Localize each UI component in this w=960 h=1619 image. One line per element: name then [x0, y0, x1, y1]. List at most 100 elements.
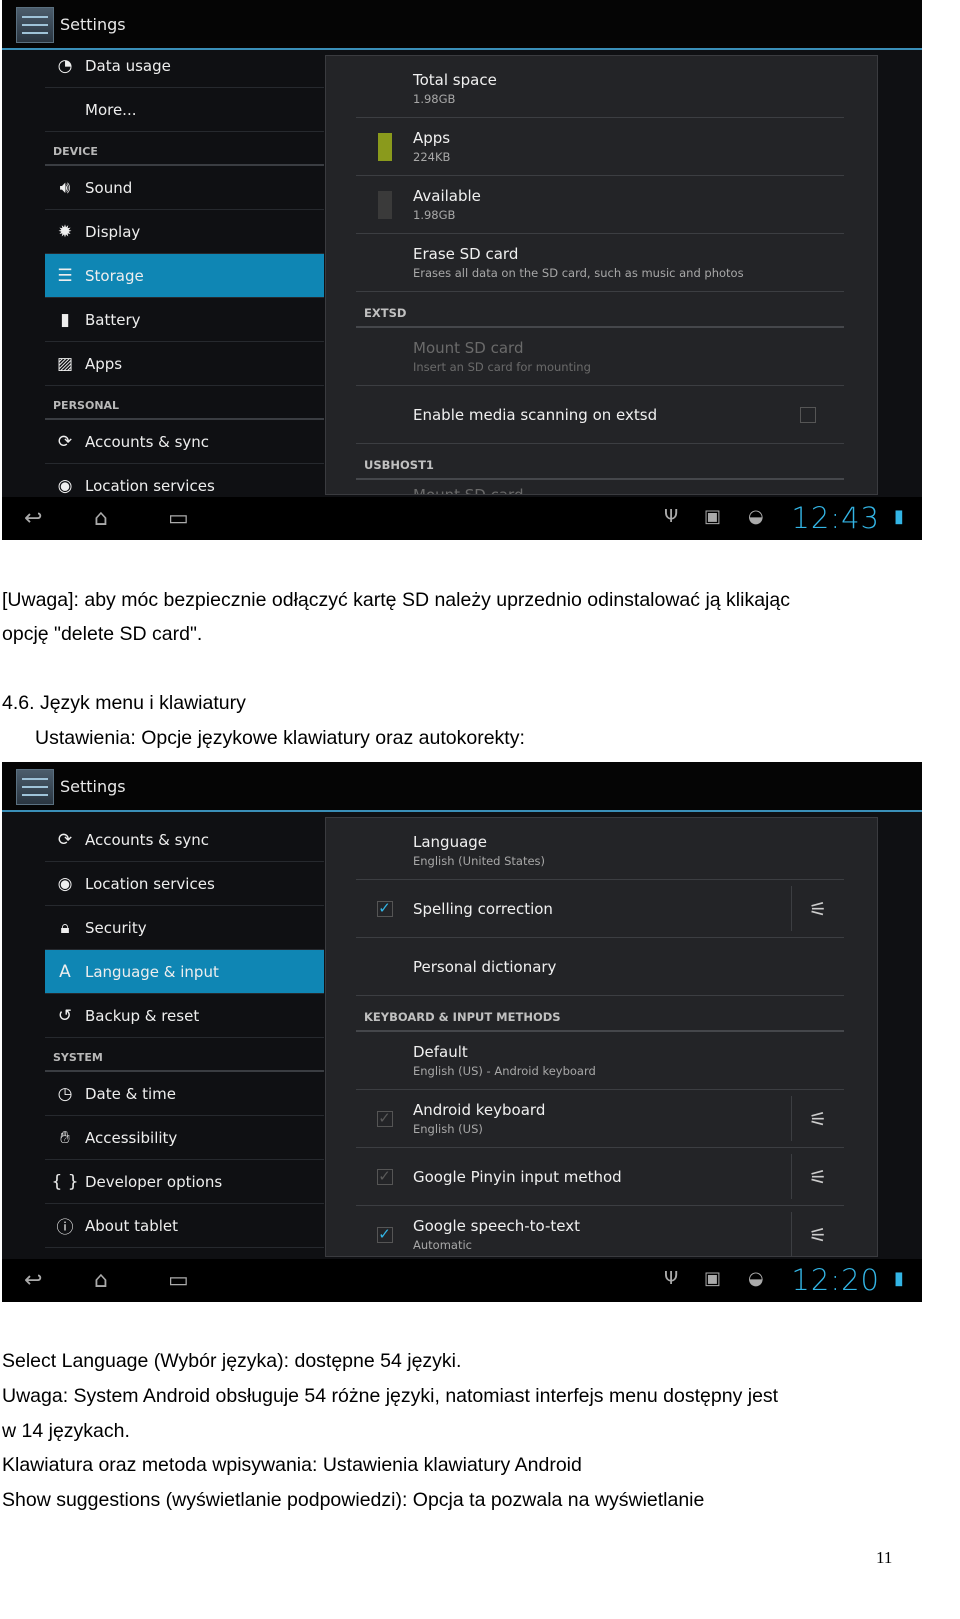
- preference-item[interactable]: ✓ Google speech-to-text Automatic ⚟: [356, 1206, 844, 1256]
- preference-summary: 1.98GB: [413, 92, 456, 106]
- checkbox[interactable]: [800, 406, 816, 423]
- wifi-icon: ◒: [748, 1268, 764, 1289]
- sidebar-item-label: Display: [85, 222, 141, 241]
- sidebar-item-label: Storage: [85, 266, 144, 285]
- sidebar-item[interactable]: More...: [45, 88, 324, 132]
- preference-text: Apps 224KB: [413, 129, 844, 164]
- checkbox[interactable]: ✓: [376, 1168, 393, 1185]
- preference-title: Default: [413, 1043, 468, 1061]
- settings-sliders-icon[interactable]: ⚟: [791, 1096, 844, 1141]
- leading-slot: ✓: [356, 1110, 413, 1127]
- preference-title: Apps: [413, 129, 451, 147]
- preference-item[interactable]: Mount SD card: [356, 480, 844, 495]
- back-icon[interactable]: ↩: [24, 506, 42, 531]
- sync-icon: ⟳: [57, 829, 73, 850]
- preference-item[interactable]: Erase SD card Erases all data on the SD c…: [356, 234, 844, 292]
- recent-apps-icon[interactable]: ▭: [168, 506, 189, 531]
- detail-panel: Total space 1.98GB Apps 224KB Available 1.98G…: [325, 55, 878, 495]
- preference-title: Android keyboard: [413, 1101, 546, 1119]
- preference-title: Language: [413, 833, 488, 851]
- preference-text: Default English (US) - Android keyboard: [413, 1043, 844, 1078]
- sidebar-item[interactable]: { } Developer options: [45, 1160, 324, 1204]
- preference-item[interactable]: Default English (US) - Android keyboard: [356, 1032, 844, 1090]
- location-icon: ◉: [57, 873, 73, 894]
- apps-icon: ▨: [56, 353, 74, 374]
- preference-item[interactable]: Personal dictionary: [356, 938, 844, 996]
- preference-text: Google speech-to-text Automatic: [413, 1217, 844, 1252]
- preference-item[interactable]: ✓ Spelling correction ⚟: [356, 880, 844, 938]
- preference-summary: 1.98GB: [413, 208, 456, 222]
- subsection-heading: Ustawienia: Opcje językowe klawiatury or…: [35, 727, 525, 749]
- note-line-1: [Uwaga]: aby móc bezpiecznie odłączyć ka…: [2, 589, 790, 611]
- home-icon[interactable]: ⌂: [94, 506, 108, 531]
- sidebar-item[interactable]: ◷ Date & time: [45, 1072, 324, 1116]
- sidebar-item[interactable]: ⟳ Accounts & sync: [45, 818, 324, 862]
- checkbox[interactable]: ✓: [376, 900, 393, 917]
- preference-text: Available 1.98GB: [413, 187, 844, 222]
- sidebar-item[interactable]: 🔒︎ Security: [45, 906, 324, 950]
- settings-app-icon: [16, 769, 54, 805]
- preference-title: Google Pinyin input method: [413, 1167, 622, 1186]
- leading-slot: ✓: [356, 900, 413, 917]
- sidebar-item[interactable]: ⟳ Accounts & sync: [45, 420, 324, 464]
- recent-apps-icon[interactable]: ▭: [168, 1268, 189, 1293]
- sidebar-item[interactable]: A Language & input: [45, 950, 324, 994]
- storage-color-swatch: [377, 132, 392, 161]
- back-icon[interactable]: ↩: [24, 1268, 42, 1293]
- action-bar: Settings: [2, 0, 922, 50]
- sidebar-item[interactable]: ⓘ About tablet: [45, 1204, 324, 1248]
- sidebar-item[interactable]: ◉ Location services: [45, 862, 324, 906]
- app-title: Settings: [60, 15, 126, 34]
- leading-slot: ✓: [356, 1226, 413, 1243]
- preference-summary: English (United States): [413, 854, 546, 868]
- settings-sliders-icon[interactable]: ⚟: [791, 1212, 844, 1256]
- preference-item[interactable]: Mount SD card Insert an SD card for mount…: [356, 328, 844, 386]
- sidebar-item-label: Language & input: [85, 962, 219, 981]
- checkbox[interactable]: ✓: [376, 1226, 393, 1243]
- sidebar-item[interactable]: ▮ Battery: [45, 298, 324, 342]
- sidebar-item-label: Accounts & sync: [85, 830, 210, 849]
- preference-item[interactable]: Available 1.98GB: [356, 176, 844, 234]
- sidebar-item[interactable]: ▨ Apps: [45, 342, 324, 386]
- settings-sliders-icon[interactable]: ⚟: [791, 1154, 844, 1199]
- data-usage-icon: ◔: [57, 55, 73, 76]
- detail-panel: Language English (United States) ✓ Spelling…: [325, 817, 878, 1257]
- backup-icon: ↺: [57, 1005, 73, 1026]
- usb-icon: Ψ: [664, 506, 679, 527]
- preference-summary: Insert an SD card for mounting: [413, 360, 591, 374]
- developer-icon: { }: [51, 1171, 79, 1192]
- sidebar-item[interactable]: ✹ Display: [45, 210, 324, 254]
- sidebar-item-label: More...: [85, 100, 137, 119]
- preference-text: Language English (United States): [413, 833, 844, 868]
- preference-item[interactable]: Enable media scanning on extsd: [356, 386, 844, 444]
- wifi-icon: ◒: [748, 506, 764, 527]
- preference-item[interactable]: Total space 1.98GB: [356, 60, 844, 118]
- section-header: SYSTEM: [45, 1038, 324, 1072]
- language-input-settings-screenshot: Settings ⟳ Accounts & sync ◉ Location servi…: [2, 762, 922, 1302]
- sidebar-item-label: Developer options: [85, 1172, 223, 1191]
- preference-item[interactable]: Language English (United States): [356, 822, 844, 880]
- section-header: PERSONAL: [45, 386, 324, 420]
- sidebar-item-label: Backup & reset: [85, 1006, 200, 1025]
- leading-slot: ✓: [356, 1168, 413, 1185]
- sidebar-item[interactable]: ☰ Storage: [45, 254, 324, 298]
- sidebar-item-label: Apps: [85, 354, 123, 373]
- sidebar-item[interactable]: ◔ Data usage: [45, 44, 324, 88]
- preference-item[interactable]: Apps 224KB: [356, 118, 844, 176]
- sidebar-item[interactable]: ↺ Backup & reset: [45, 994, 324, 1038]
- preference-title: Personal dictionary: [413, 957, 557, 976]
- sync-icon: ⟳: [57, 431, 73, 452]
- home-icon[interactable]: ⌂: [94, 1268, 108, 1293]
- settings-sliders-icon[interactable]: ⚟: [791, 886, 844, 931]
- storage-color-swatch: [377, 190, 392, 219]
- checkbox[interactable]: ✓: [376, 1110, 393, 1127]
- preference-item[interactable]: ✓ Google Pinyin input method ⚟: [356, 1148, 844, 1206]
- preference-title: Available: [413, 187, 481, 205]
- preference-item[interactable]: ✓ Android keyboard English (US) ⚟: [356, 1090, 844, 1148]
- sidebar-item[interactable]: 🔊︎ Sound: [45, 166, 324, 210]
- android-debug-icon: ▣: [704, 506, 722, 527]
- clock: 12:20: [791, 1263, 880, 1297]
- location-icon: ◉: [57, 475, 73, 496]
- sidebar-item[interactable]: ✋︎ Accessibility: [45, 1116, 324, 1160]
- sidebar-item-label: Security: [85, 918, 147, 937]
